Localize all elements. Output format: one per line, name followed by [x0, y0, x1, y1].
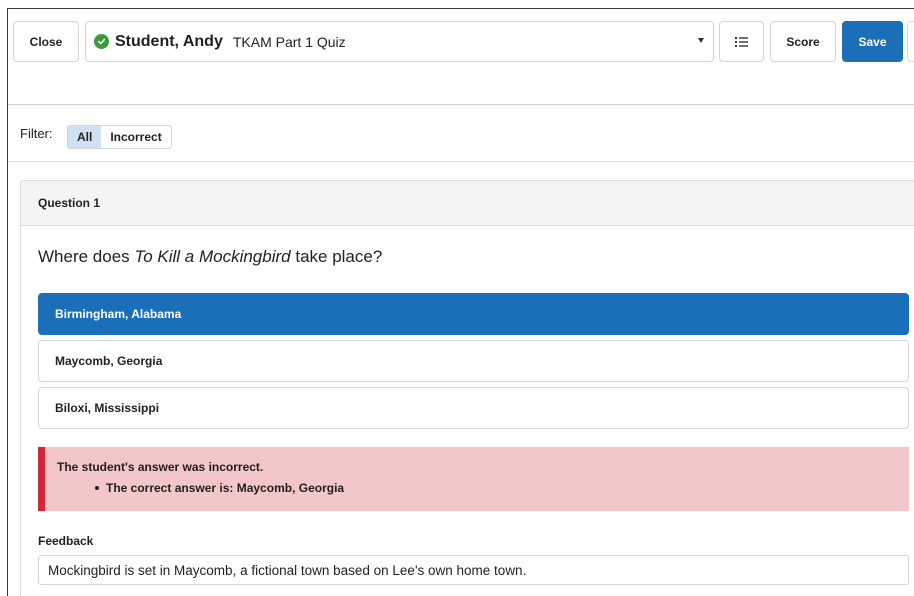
filter-all-button[interactable]: All [68, 126, 102, 148]
correct-answer-text: The correct answer is: Maycomb, Georgia [106, 481, 345, 495]
save-button[interactable]: Save [842, 21, 903, 62]
filter-toggle: All Incorrect [67, 125, 172, 149]
close-button[interactable]: Close [13, 21, 79, 62]
toolbar: Close Student, Andy TKAM Part 1 Quiz Sco… [8, 9, 914, 105]
correct-answer-item: The correct answer is: Maycomb, Georgia [95, 481, 909, 495]
quiz-review-panel: Close Student, Andy TKAM Part 1 Quiz Sco… [7, 8, 914, 596]
student-quiz-selector[interactable]: Student, Andy TKAM Part 1 Quiz [85, 21, 714, 62]
alert-message: The student's answer was incorrect. [57, 460, 264, 474]
bullet [95, 486, 99, 490]
answer-option-1[interactable]: Birmingham, Alabama [38, 293, 909, 335]
list-icon [734, 36, 748, 47]
question-prompt: Where does To Kill a Mockingbird take pl… [38, 247, 382, 267]
book-title: To Kill a Mockingbird [134, 247, 291, 266]
question-header: Question 1 [21, 181, 914, 226]
feedback-field[interactable]: Mockingbird is set in Maycomb, a fiction… [38, 555, 909, 585]
student-name: Student, Andy [115, 32, 223, 50]
check-circle-icon [94, 34, 109, 49]
question-prompt-start: Where does [38, 247, 135, 266]
incorrect-answer-alert: The student's answer was incorrect. The … [38, 447, 909, 511]
question-prompt-end: take place? [290, 247, 383, 266]
more-button[interactable] [907, 21, 914, 62]
answer-option-2[interactable]: Maycomb, Georgia [38, 340, 909, 382]
score-button[interactable]: Score [770, 21, 836, 62]
question-card: Question 1 Where does To Kill a Mockingb… [20, 180, 914, 596]
answer-option-3[interactable]: Biloxi, Mississippi [38, 387, 909, 429]
feedback-label: Feedback [38, 534, 94, 548]
quiz-name: TKAM Part 1 Quiz [232, 33, 346, 50]
filter-bar: Filter: All Incorrect [8, 104, 914, 162]
filter-label: Filter: [20, 126, 53, 141]
question-list-button[interactable] [719, 21, 764, 62]
filter-incorrect-button[interactable]: Incorrect [101, 126, 171, 148]
chevron-down-icon [698, 38, 704, 43]
